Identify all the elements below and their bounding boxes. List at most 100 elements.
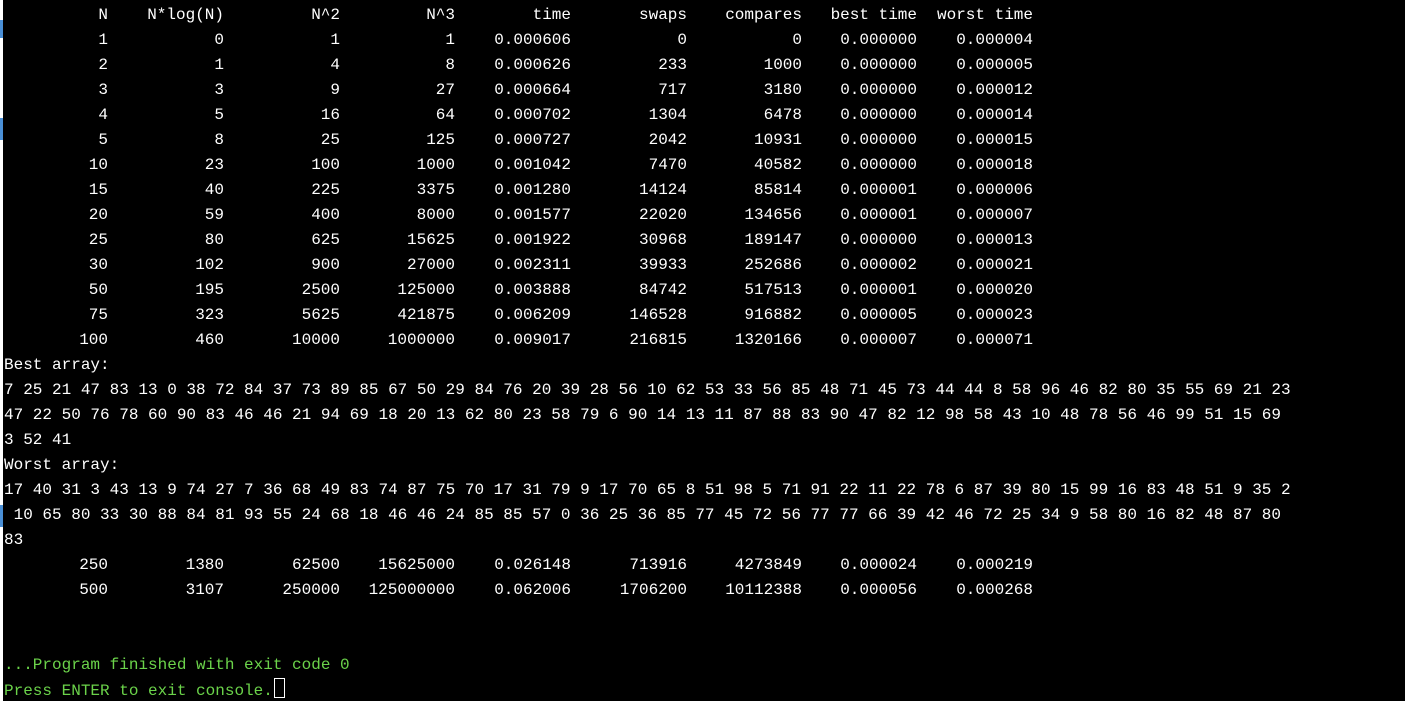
table-row: 5 8 25 125 0.000727 2042 10931 0.000000 0.000015 — [3, 128, 1405, 153]
header-best-time: best time — [830, 6, 917, 24]
cell-worst-time: 0.000023 — [956, 306, 1033, 324]
cell-n: 2 — [98, 56, 108, 74]
cell-n-cubed: 64 — [435, 106, 455, 124]
cell-n-cubed: 421875 — [397, 306, 455, 324]
table-row: 1 0 1 1 0.000606 0 0 0.000000 0.000004 — [3, 28, 1405, 53]
cell-best-time: 0.000000 — [840, 231, 917, 249]
cell-best-time: 0.000000 — [840, 106, 917, 124]
cell-time: 0.062006 — [494, 581, 571, 599]
cell-compares: 3180 — [763, 81, 802, 99]
table-row: 20 59 400 8000 0.001577 22020 134656 0.000001 0.… — [3, 203, 1405, 228]
cell-n: 30 — [88, 256, 108, 274]
cell-n-squared: 62500 — [291, 556, 340, 574]
cell-swaps: 717 — [658, 81, 687, 99]
cell-n: 75 — [88, 306, 108, 324]
cell-best-time: 0.000000 — [840, 81, 917, 99]
cell-n-squared: 250000 — [282, 581, 340, 599]
table-row: 100 460 10000 1000000 0.009017 216815 1320166 0… — [3, 328, 1405, 353]
cell-best-time: 0.000056 — [840, 581, 917, 599]
table-row: 500 3107 250000 125000000 0.062006 1706200 101… — [3, 578, 1405, 603]
cell-n-cubed: 15625000 — [378, 556, 455, 574]
cell-time: 0.001577 — [494, 206, 571, 224]
worst-array-label: Worst array: — [4, 456, 120, 474]
cell-compares: 1320166 — [734, 331, 802, 349]
cell-time: 0.001922 — [494, 231, 571, 249]
cell-n-squared: 2500 — [301, 281, 340, 299]
cell-swaps: 30968 — [638, 231, 687, 249]
cell-n: 3 — [98, 81, 108, 99]
cell-worst-time: 0.000007 — [956, 206, 1033, 224]
cell-nlogn: 1380 — [185, 556, 224, 574]
cell-best-time: 0.000000 — [840, 156, 917, 174]
cell-n-squared: 1 — [330, 31, 340, 49]
cell-n-cubed: 1 — [445, 31, 455, 49]
cell-swaps: 7470 — [648, 156, 687, 174]
header-n-squared: N^2 — [311, 6, 340, 24]
cell-swaps: 2042 — [648, 131, 687, 149]
cell-nlogn: 8 — [214, 131, 224, 149]
cell-nlogn: 59 — [204, 206, 224, 224]
cell-n-cubed: 125000000 — [368, 581, 455, 599]
cell-time: 0.000727 — [494, 131, 571, 149]
cell-best-time: 0.000000 — [840, 131, 917, 149]
cell-compares: 134656 — [744, 206, 802, 224]
cell-n: 20 — [88, 206, 108, 224]
cell-worst-time: 0.000014 — [956, 106, 1033, 124]
cell-compares: 189147 — [744, 231, 802, 249]
cell-compares: 10112388 — [725, 581, 802, 599]
cell-n-squared: 16 — [320, 106, 340, 124]
exit-prompt: Press ENTER to exit console. — [4, 678, 285, 701]
cell-time: 0.009017 — [494, 331, 571, 349]
cell-time: 0.026148 — [494, 556, 571, 574]
cell-nlogn: 3 — [214, 81, 224, 99]
cell-n-squared: 400 — [311, 206, 340, 224]
cell-n-squared: 900 — [311, 256, 340, 274]
cell-time: 0.000702 — [494, 106, 571, 124]
cell-best-time: 0.000000 — [840, 56, 917, 74]
cell-compares: 0 — [792, 31, 802, 49]
cell-worst-time: 0.000012 — [956, 81, 1033, 99]
header-nlogn: N*log(N) — [147, 6, 224, 24]
cell-swaps: 216815 — [629, 331, 687, 349]
cell-worst-time: 0.000004 — [956, 31, 1033, 49]
cell-compares: 252686 — [744, 256, 802, 274]
cell-n-squared: 100 — [311, 156, 340, 174]
cell-compares: 1000 — [763, 56, 802, 74]
console-output[interactable]: N N*log(N) N^2 N^3 time swaps compares best tim… — [3, 0, 1405, 701]
cell-time: 0.001280 — [494, 181, 571, 199]
cell-worst-time: 0.000005 — [956, 56, 1033, 74]
cell-n-cubed: 3375 — [416, 181, 455, 199]
header-swaps: swaps — [638, 6, 687, 24]
cell-worst-time: 0.000020 — [956, 281, 1033, 299]
cell-swaps: 1304 — [648, 106, 687, 124]
cell-worst-time: 0.000021 — [956, 256, 1033, 274]
cell-compares: 40582 — [753, 156, 802, 174]
cell-nlogn: 3107 — [185, 581, 224, 599]
cell-time: 0.006209 — [494, 306, 571, 324]
table-row: 4 5 16 64 0.000702 1304 6478 0.000000 0.000014 — [3, 103, 1405, 128]
cell-time: 0.002311 — [494, 256, 571, 274]
cell-worst-time: 0.000071 — [956, 331, 1033, 349]
cell-swaps: 1706200 — [619, 581, 687, 599]
header-n-cubed: N^3 — [426, 6, 455, 24]
cell-n-cubed: 125 — [426, 131, 455, 149]
table-row: 3 3 9 27 0.000664 717 3180 0.000000 0.000012 — [3, 78, 1405, 103]
cell-compares: 85814 — [753, 181, 802, 199]
cell-n: 50 — [88, 281, 108, 299]
cell-n-squared: 225 — [311, 181, 340, 199]
cell-n: 25 — [88, 231, 108, 249]
cell-swaps: 146528 — [629, 306, 687, 324]
exit-status-message: ...Program finished with exit code 0 — [4, 656, 350, 674]
cell-n: 4 — [98, 106, 108, 124]
cell-nlogn: 80 — [204, 231, 224, 249]
cell-nlogn: 5 — [214, 106, 224, 124]
cell-best-time: 0.000000 — [840, 31, 917, 49]
cell-n: 5 — [98, 131, 108, 149]
cell-time: 0.001042 — [494, 156, 571, 174]
header-compares: compares — [725, 6, 802, 24]
cell-worst-time: 0.000015 — [956, 131, 1033, 149]
cell-swaps: 0 — [677, 31, 687, 49]
cell-best-time: 0.000005 — [840, 306, 917, 324]
cell-swaps: 39933 — [638, 256, 687, 274]
cell-n-cubed: 8000 — [416, 206, 455, 224]
